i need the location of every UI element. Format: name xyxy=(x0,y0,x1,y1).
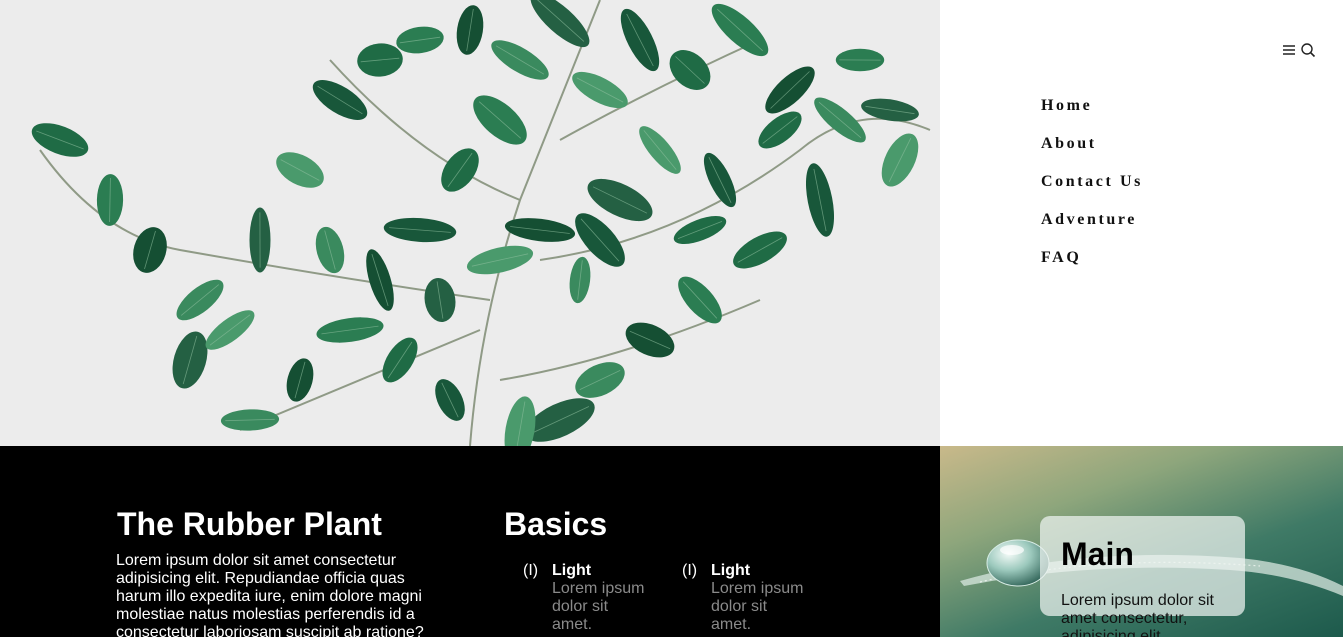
plant-illustration xyxy=(31,0,931,446)
basics-item-name: Light xyxy=(552,562,592,579)
rubber-plant-title: The Rubber Plant xyxy=(117,506,382,542)
menu-icon[interactable] xyxy=(1282,43,1296,62)
info-section: The Rubber Plant Lorem ipsum dolor sit a… xyxy=(0,446,940,637)
basics-item-text: Lorem ipsum dolor sit amet. xyxy=(552,580,645,633)
basics-title: Basics xyxy=(504,506,608,542)
header-icons xyxy=(1282,42,1316,63)
search-icon[interactable] xyxy=(1300,42,1316,63)
menu-item-contact-us[interactable]: Contact Us xyxy=(1041,172,1143,210)
main-card-text: Lorem ipsum dolor sit amet consectetur, … xyxy=(1061,592,1214,637)
leaf-shape xyxy=(530,0,590,48)
menu-item-home[interactable]: Home xyxy=(1041,96,1143,134)
main-card-title: Main xyxy=(1061,536,1134,572)
basics-item-number: (I) xyxy=(682,562,698,579)
main-menu: Home About Contact Us Adventure FAQ xyxy=(1041,96,1143,286)
water-drop-image: Main Lorem ipsum dolor sit amet consecte… xyxy=(940,446,1343,637)
menu-item-about[interactable]: About xyxy=(1041,134,1143,172)
rubber-plant-text: Lorem ipsum dolor sit amet consectetur a… xyxy=(116,552,424,637)
hero-image xyxy=(0,0,940,446)
basics-item-number: (I) xyxy=(523,562,539,579)
menu-item-adventure[interactable]: Adventure xyxy=(1041,210,1143,248)
nav-panel: Home About Contact Us Adventure FAQ xyxy=(940,0,1343,446)
menu-item-faq[interactable]: FAQ xyxy=(1041,248,1143,286)
leaf-shape xyxy=(711,3,769,57)
basics-item-text: Lorem ipsum dolor sit amet. xyxy=(711,580,804,633)
basics-item-name: Light xyxy=(711,562,751,579)
